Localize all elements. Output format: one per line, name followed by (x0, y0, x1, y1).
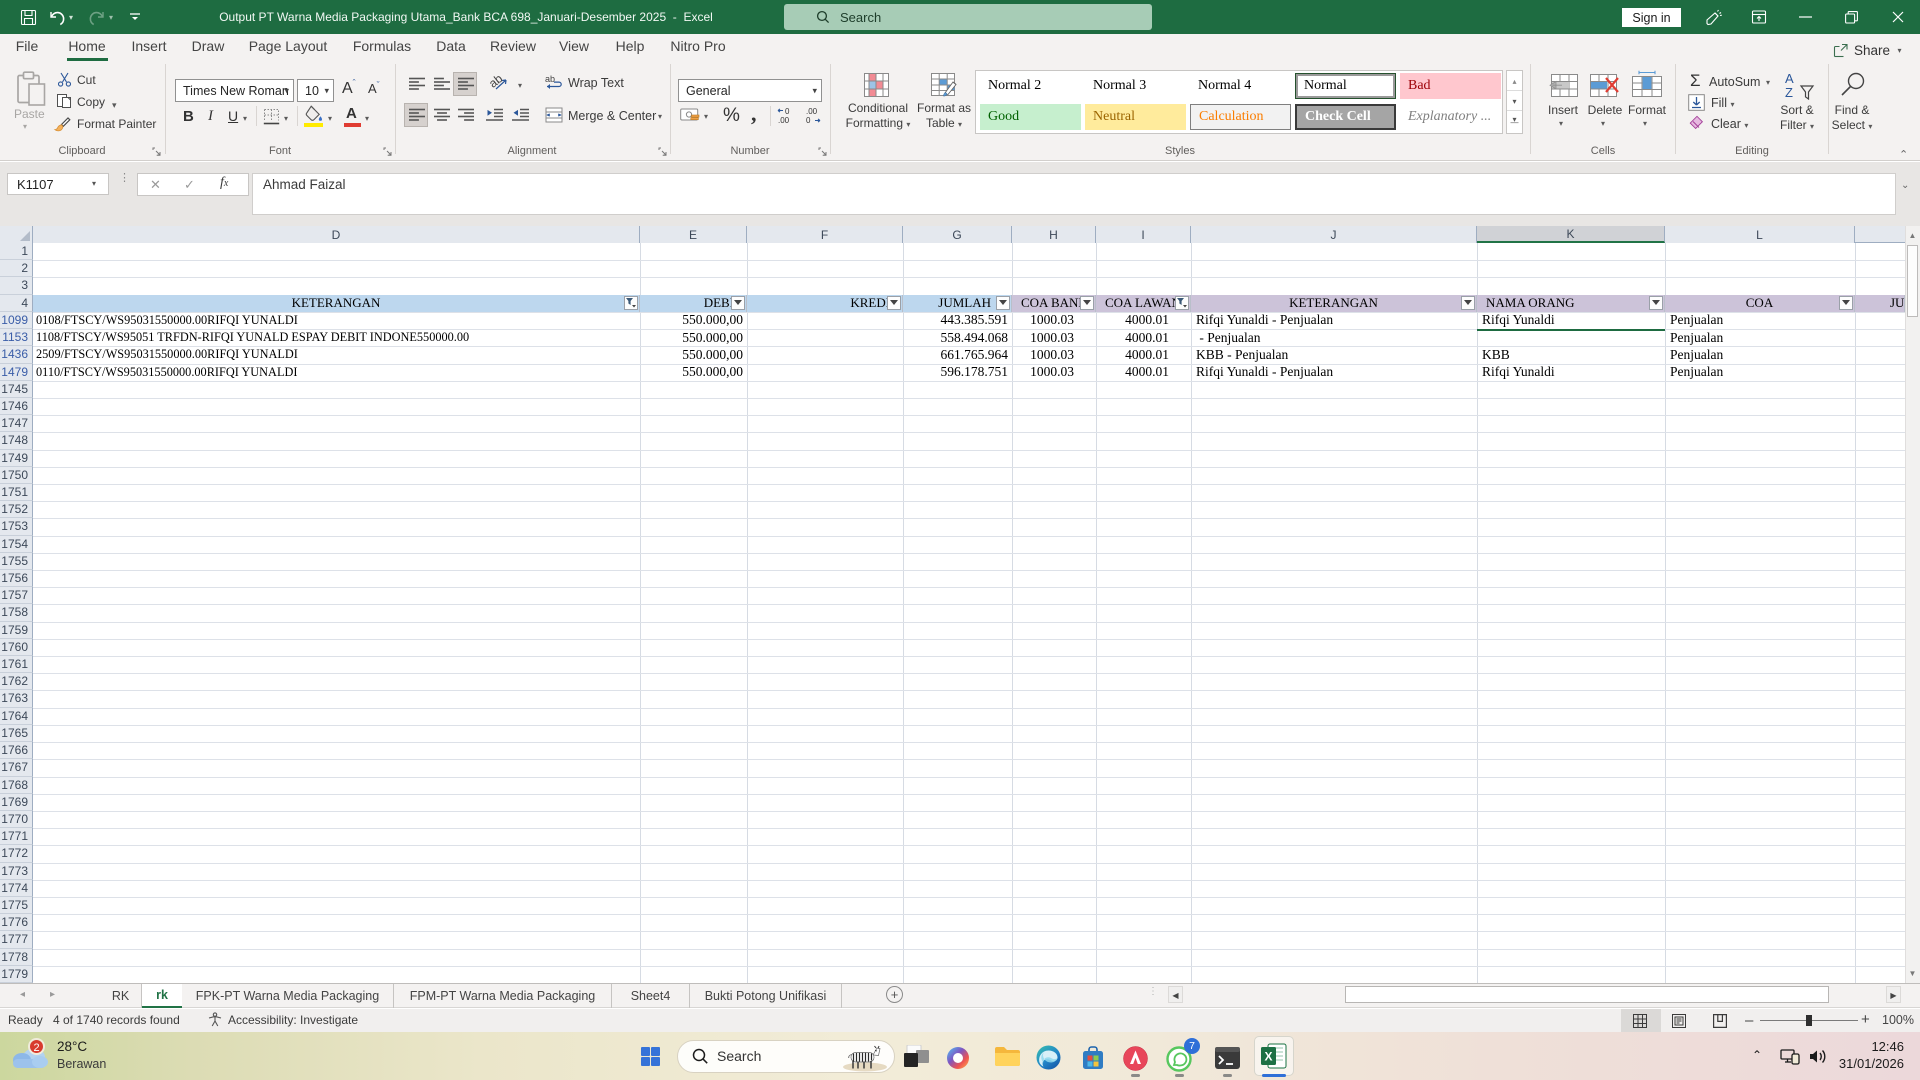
svg-text:0: 0 (806, 116, 811, 125)
svg-text:.00: .00 (806, 107, 818, 116)
svg-text:.00: .00 (778, 116, 790, 125)
svg-text:A: A (1785, 72, 1794, 86)
svg-text:X: X (1264, 1050, 1272, 1064)
svg-text:Z: Z (1785, 85, 1793, 100)
svg-text:ab: ab (545, 74, 555, 84)
svg-text:0: 0 (785, 107, 790, 116)
